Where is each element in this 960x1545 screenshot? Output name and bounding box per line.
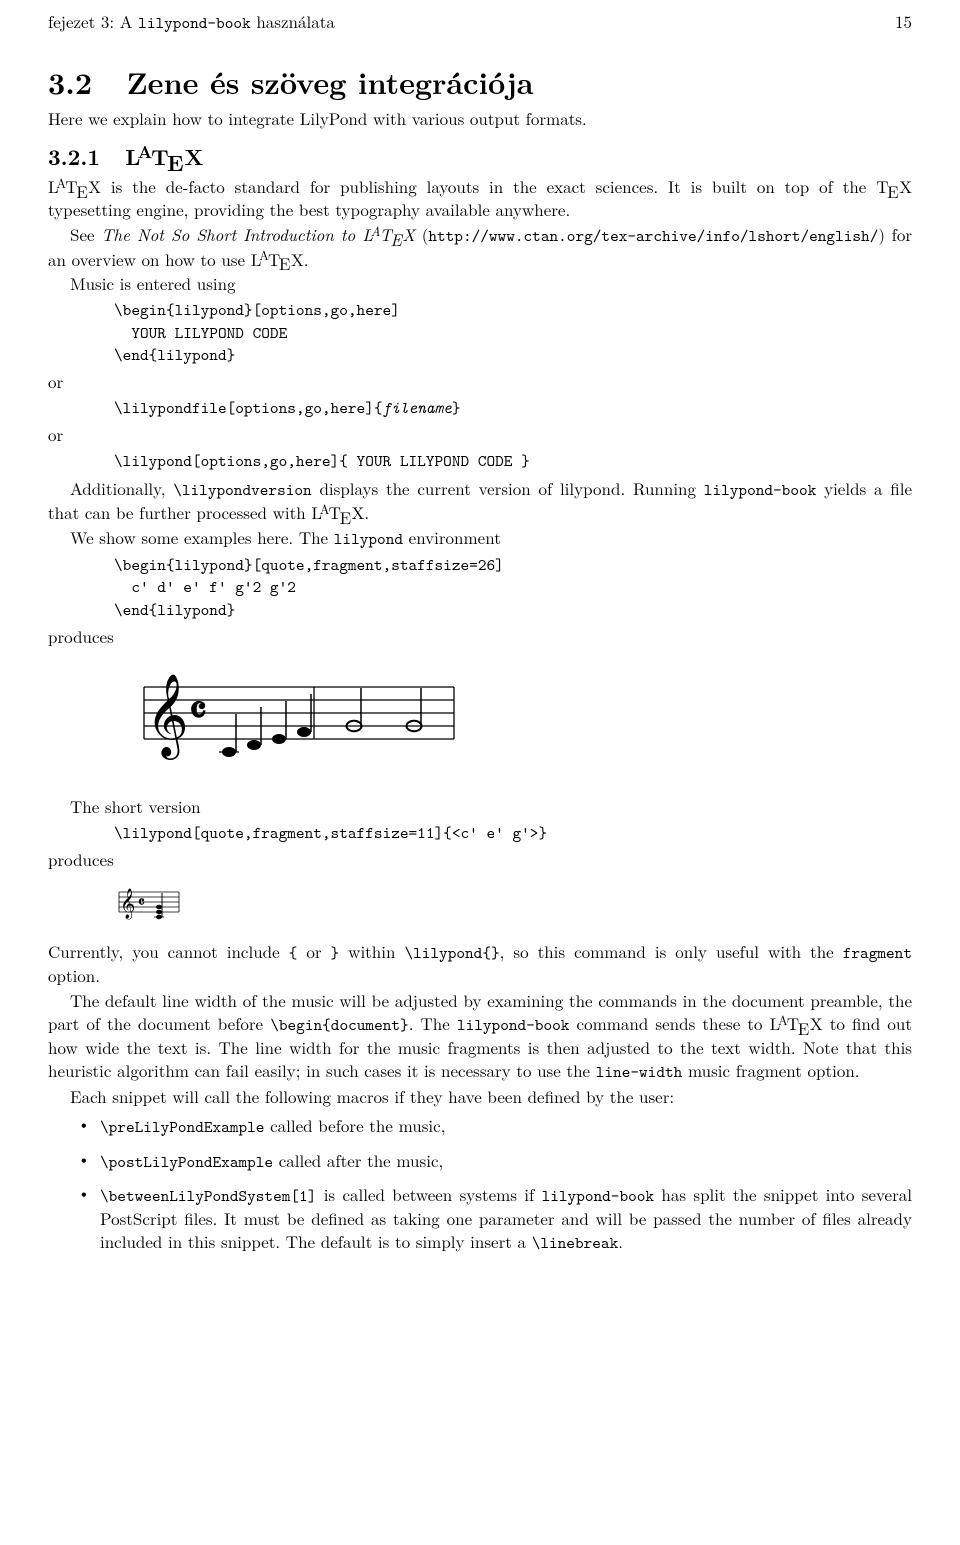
running-header: fejezet 3: A lilypond-book használata 15: [48, 10, 912, 34]
doc-url[interactable]: http://www.ctan.org/tex-archive/info/lsh…: [428, 225, 878, 247]
svg-text:𝄴: 𝄴: [138, 895, 145, 911]
section-title: Zene és szöveg integrációja: [127, 60, 534, 103]
paragraph-intro-latex: LATEX is the de-facto standard for publi…: [48, 175, 912, 221]
staff-small-icon: 𝄞 𝄴: [114, 885, 184, 921]
doc-title-italic: The Not So Short Introduction to LATEX: [101, 222, 415, 246]
or-1: or: [48, 370, 912, 393]
svg-text:𝄞: 𝄞: [120, 888, 135, 920]
page-content: fejezet 3: A lilypond-book használata 15…: [0, 0, 960, 1294]
header-left: fejezet 3: A lilypond-book használata: [48, 10, 335, 34]
section-intro: Here we explain how to integrate LilyPon…: [48, 107, 912, 130]
or-2: or: [48, 423, 912, 446]
subsection-heading: 3.2.1 LATEX: [48, 142, 912, 172]
page-number: 15: [895, 10, 912, 34]
header-code: lilypond-book: [138, 12, 251, 34]
staff-icon: 𝄞 𝄴: [114, 662, 464, 772]
produces-1: produces: [48, 625, 912, 648]
section-number: 3.2: [48, 60, 92, 103]
header-prefix: fejezet 3: A: [48, 9, 138, 33]
paragraph-additionally: Additionally, \lilypondversion displays …: [48, 477, 912, 524]
code-block-file: \lilypondfile[options,go,here]{filename}: [114, 397, 912, 419]
list-item: \preLilyPondExample called before the mu…: [78, 1114, 912, 1138]
paragraph-cannot-include: Currently, you cannot include { or } wit…: [48, 940, 912, 987]
code-block-env: \begin{lilypond}[options,go,here] YOUR L…: [114, 299, 912, 366]
subsection-number: 3.2.1: [48, 141, 100, 172]
time-sig-icon: 𝄴: [189, 688, 207, 733]
list-item: \postLilyPondExample called after the mu…: [78, 1149, 912, 1173]
paragraph-see-doc: See The Not So Short Introduction to LAT…: [48, 223, 912, 270]
produces-2: produces: [48, 848, 912, 871]
music-output-small: 𝄞 𝄴: [114, 885, 912, 926]
music-output-large: 𝄞 𝄴: [114, 662, 912, 777]
paragraph-macros: Each snippet will call the following mac…: [48, 1085, 912, 1108]
code-block-inline: \lilypond[options,go,here]{ YOUR LILYPON…: [114, 450, 912, 472]
treble-clef-icon: 𝄞: [146, 674, 189, 760]
paragraph-examples: We show some examples here. The lilypond…: [48, 526, 912, 550]
code-block-example2: \lilypond[quote,fragment,staffsize=11]{<…: [114, 822, 912, 844]
list-item: \betweenLilyPondSystem[1] is called betw…: [78, 1183, 912, 1254]
section-heading: 3.2 Zene és szöveg integrációja: [48, 62, 912, 103]
paragraph-short-version: The short version: [48, 795, 912, 818]
paragraph-music-entered: Music is entered using: [48, 272, 912, 295]
code-block-example1: \begin{lilypond}[quote,fragment,staffsiz…: [114, 554, 912, 621]
macro-list: \preLilyPondExample called before the mu…: [78, 1114, 912, 1254]
paragraph-line-width: The default line width of the music will…: [48, 989, 912, 1083]
header-suffix: használata: [251, 9, 335, 33]
